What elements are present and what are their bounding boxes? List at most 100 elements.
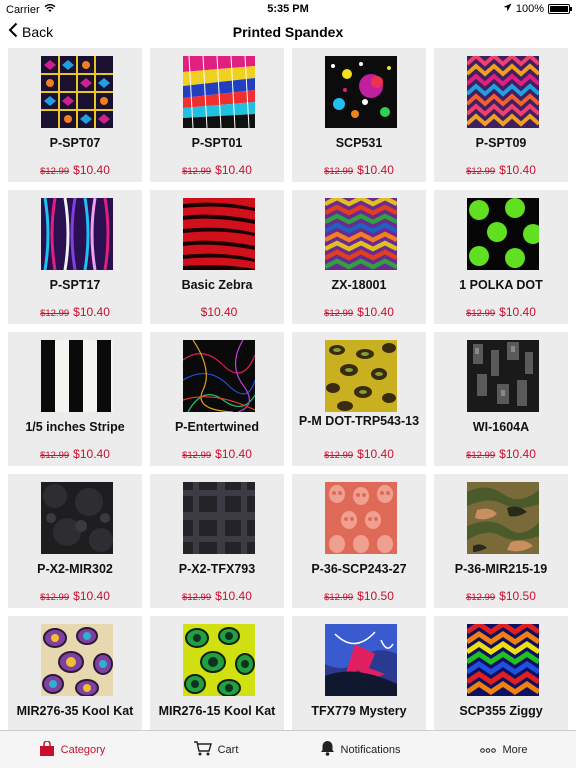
product-image — [41, 624, 113, 696]
original-price: $12.99 — [324, 592, 354, 603]
product-name: SCP531 — [335, 136, 383, 150]
original-price: $12.99 — [466, 308, 496, 319]
product-name: Basic Zebra — [181, 278, 253, 292]
product-name: P-X2-TFX793 — [178, 562, 256, 576]
page-title: Printed Spandex — [232, 24, 344, 40]
product-card[interactable]: SCP355 Ziggy — [434, 616, 568, 730]
cart-icon — [193, 740, 212, 759]
product-card[interactable]: 1/5 inches Stripe $12.99 $10.40 — [8, 332, 142, 466]
product-card[interactable]: SCP531 $12.99 $10.40 — [292, 48, 426, 182]
product-card[interactable]: P-M DOT-TRP543-13 $12.99 $10.40 — [292, 332, 426, 466]
product-name: TFX779 Mystery — [311, 704, 407, 718]
battery-level-fill — [550, 6, 568, 12]
product-price: $12.99 $10.40 — [434, 447, 568, 461]
product-name: WI-1604A — [472, 420, 530, 434]
product-price: $12.99 $10.40 — [8, 163, 142, 177]
original-price: $12.99 — [324, 308, 354, 319]
product-card[interactable]: P-SPT07 $12.99 $10.40 — [8, 48, 142, 182]
product-name: MIR276-15 Kool Kat — [158, 704, 276, 718]
product-name: P-X2-MIR302 — [37, 562, 113, 576]
tab-label: Cart — [217, 743, 239, 756]
product-price: $12.99 $10.40 — [292, 163, 426, 177]
original-price: $12.99 — [324, 166, 354, 177]
product-price: $12.99 $10.40 — [150, 589, 284, 603]
product-name: P-SPT07 — [49, 136, 101, 150]
product-price: $12.99 $10.40 — [8, 447, 142, 461]
tab-notifications[interactable]: Notifications — [288, 731, 432, 768]
product-card[interactable]: P-X2-TFX793 $12.99 $10.40 — [150, 474, 284, 608]
location-arrow-icon — [503, 3, 512, 15]
sale-price: $10.40 — [499, 305, 536, 319]
product-image — [183, 482, 255, 554]
product-card[interactable]: P-Entertwined $12.99 $10.40 — [150, 332, 284, 466]
product-card[interactable]: P-X2-MIR302 $12.99 $10.40 — [8, 474, 142, 608]
sale-price: $10.40 — [499, 447, 536, 461]
product-card[interactable]: ZX-18001 $12.99 $10.40 — [292, 190, 426, 324]
product-price: $12.99 $10.40 — [434, 163, 568, 177]
sale-price: $10.40 — [215, 589, 252, 603]
tab-cart[interactable]: Cart — [144, 731, 288, 768]
product-card[interactable]: P-SPT01 $12.99 $10.40 — [150, 48, 284, 182]
product-image — [41, 198, 113, 270]
navigation-bar: Back Printed Spandex — [0, 18, 576, 46]
original-price: $12.99 — [182, 592, 212, 603]
product-price: $10.40 — [150, 305, 284, 319]
product-card[interactable]: P-SPT17 $12.99 $10.40 — [8, 190, 142, 324]
product-name: SCP355 Ziggy — [459, 704, 543, 718]
product-card[interactable]: 1 POLKA DOT $12.99 $10.40 — [434, 190, 568, 324]
original-price: $12.99 — [182, 166, 212, 177]
tab-category[interactable]: Category — [0, 731, 144, 768]
product-card[interactable]: MIR276-15 Kool Kat — [150, 616, 284, 730]
back-button[interactable]: Back — [8, 22, 53, 41]
product-image — [467, 624, 539, 696]
product-price: $12.99 $10.50 — [434, 589, 568, 603]
product-card[interactable]: TFX779 Mystery — [292, 616, 426, 730]
product-name: P-SPT17 — [49, 278, 101, 292]
product-name: P-36-MIR215-19 — [454, 562, 548, 576]
product-name: P-Entertwined — [174, 420, 260, 434]
original-price: $12.99 — [40, 592, 70, 603]
tab-more[interactable]: More — [432, 731, 576, 768]
product-image — [467, 56, 539, 128]
product-image — [467, 340, 539, 412]
sale-price: $10.40 — [357, 447, 394, 461]
original-price: $12.99 — [182, 450, 212, 461]
product-image — [183, 198, 255, 270]
product-grid: P-SPT07 $12.99 $10.40 P-SPT01 $12.99 $10.4… — [8, 48, 568, 730]
product-name: P-SPT09 — [475, 136, 527, 150]
tab-label: Category — [60, 743, 106, 756]
sale-price: $10.40 — [499, 163, 536, 177]
product-image — [467, 198, 539, 270]
product-card[interactable]: P-36-SCP243-27 $12.99 $10.50 — [292, 474, 426, 608]
product-image — [325, 482, 397, 554]
bell-icon — [320, 740, 335, 759]
product-price: $12.99 $10.40 — [150, 163, 284, 177]
tab-bar: Category Cart Notifications More — [0, 730, 576, 768]
product-name: ZX-18001 — [331, 278, 387, 292]
original-price: $12.99 — [40, 450, 70, 461]
sale-price: $10.50 — [499, 589, 536, 603]
chevron-left-icon — [8, 22, 18, 41]
battery-percent: 100% — [515, 3, 544, 15]
product-card[interactable]: Basic Zebra $10.40 — [150, 190, 284, 324]
product-name: P-SPT01 — [191, 136, 243, 150]
product-image — [183, 56, 255, 128]
product-name: 1 POLKA DOT — [459, 278, 543, 292]
product-card[interactable]: MIR276-35 Kool Kat — [8, 616, 142, 730]
sale-price: $10.40 — [73, 589, 110, 603]
sale-price: $10.40 — [200, 305, 238, 319]
product-image — [183, 624, 255, 696]
original-price: $12.99 — [324, 450, 354, 461]
product-card[interactable]: WI-1604A $12.99 $10.40 — [434, 332, 568, 466]
sale-price: $10.40 — [73, 447, 110, 461]
original-price: $12.99 — [466, 592, 496, 603]
product-card[interactable]: P-36-MIR215-19 $12.99 $10.50 — [434, 474, 568, 608]
product-image — [325, 340, 397, 412]
battery-icon — [548, 4, 572, 14]
product-name: P-M DOT-TRP543-13 — [298, 414, 420, 428]
back-label: Back — [22, 23, 54, 40]
product-card[interactable]: P-SPT09 $12.99 $10.40 — [434, 48, 568, 182]
product-name: 1/5 inches Stripe — [25, 420, 125, 434]
status-bar: Carrier 5:35 PM 100% — [0, 0, 576, 18]
product-image — [183, 340, 255, 412]
